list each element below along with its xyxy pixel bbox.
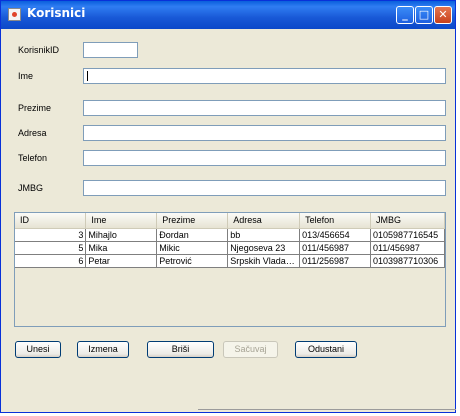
izmena-button[interactable]: Izmena <box>77 341 129 358</box>
column-header-adresa[interactable]: Adresa <box>227 213 301 229</box>
cell-adresa[interactable]: Srpskih Vladara 7 <box>227 254 301 268</box>
minimize-button[interactable]: _ <box>396 6 414 24</box>
table-row[interactable]: 3 Mihajlo Đordan bb 013/456654 010598771… <box>15 228 445 242</box>
table-header-row: ID Ime Prezime Adresa Telefon JMBG <box>15 213 445 229</box>
column-header-ime[interactable]: Ime <box>85 213 158 229</box>
prezime-field[interactable] <box>83 100 446 116</box>
jmbg-label: JMBG <box>18 183 44 193</box>
cell-telefon[interactable]: 011/256987 <box>299 254 372 268</box>
unesi-button[interactable]: Unesi <box>15 341 61 358</box>
cell-prezime[interactable]: Mikic <box>156 241 229 255</box>
korisnik-id-label: KorisnikID <box>18 45 60 55</box>
sacuvaj-button[interactable]: Sačuvaj <box>223 341 278 358</box>
jmbg-field[interactable] <box>83 180 446 196</box>
column-header-id[interactable]: ID <box>15 213 87 229</box>
title-bar[interactable]: Korisnici _ □ ✕ <box>1 1 455 29</box>
cell-jmbg[interactable]: 0103987710306 <box>370 254 445 268</box>
column-header-telefon[interactable]: Telefon <box>299 213 372 229</box>
prezime-label: Prezime <box>18 103 52 113</box>
background-window-edge <box>198 409 456 414</box>
cell-id[interactable]: 5 <box>15 241 87 255</box>
cell-id[interactable]: 6 <box>15 254 87 268</box>
cell-jmbg[interactable]: 0105987716545 <box>370 228 445 242</box>
cell-ime[interactable]: Petar <box>85 254 158 268</box>
korisnik-id-field[interactable] <box>83 42 138 58</box>
table-row[interactable]: 6 Petar Petrović Srpskih Vladara 7 011/2… <box>15 254 445 268</box>
telefon-field[interactable] <box>83 150 446 166</box>
korisnici-window: Korisnici _ □ ✕ KorisnikID Ime Prezime A… <box>0 0 456 413</box>
java-app-icon <box>8 8 21 21</box>
close-button[interactable]: ✕ <box>434 6 452 24</box>
window-title: Korisnici <box>27 6 86 20</box>
users-table-scroll[interactable]: ID Ime Prezime Adresa Telefon JMBG 3 Mih… <box>14 212 446 327</box>
odustani-button[interactable]: Odustani <box>295 341 357 358</box>
cell-prezime[interactable]: Đordan <box>156 228 229 242</box>
ime-label: Ime <box>18 71 34 81</box>
text-caret <box>87 71 88 81</box>
cell-ime[interactable]: Mihajlo <box>85 228 158 242</box>
maximize-button[interactable]: □ <box>415 6 433 24</box>
ime-field[interactable] <box>83 68 446 84</box>
cell-adresa[interactable]: bb <box>227 228 301 242</box>
cell-adresa[interactable]: Njegoseva 23 <box>227 241 301 255</box>
users-table: ID Ime Prezime Adresa Telefon JMBG 3 Mih… <box>15 213 445 268</box>
brisi-button[interactable]: Briši <box>147 341 214 358</box>
telefon-label: Telefon <box>18 153 48 163</box>
adresa-field[interactable] <box>83 125 446 141</box>
column-header-prezime[interactable]: Prezime <box>156 213 229 229</box>
cell-ime[interactable]: Mika <box>85 241 158 255</box>
cell-telefon[interactable]: 011/456987 <box>299 241 372 255</box>
cell-telefon[interactable]: 013/456654 <box>299 228 372 242</box>
column-header-jmbg[interactable]: JMBG <box>370 213 445 229</box>
table-row[interactable]: 5 Mika Mikic Njegoseva 23 011/456987 011… <box>15 241 445 255</box>
adresa-label: Adresa <box>18 128 47 138</box>
cell-jmbg[interactable]: 011/456987 <box>370 241 445 255</box>
cell-id[interactable]: 3 <box>15 228 87 242</box>
cell-prezime[interactable]: Petrović <box>156 254 229 268</box>
